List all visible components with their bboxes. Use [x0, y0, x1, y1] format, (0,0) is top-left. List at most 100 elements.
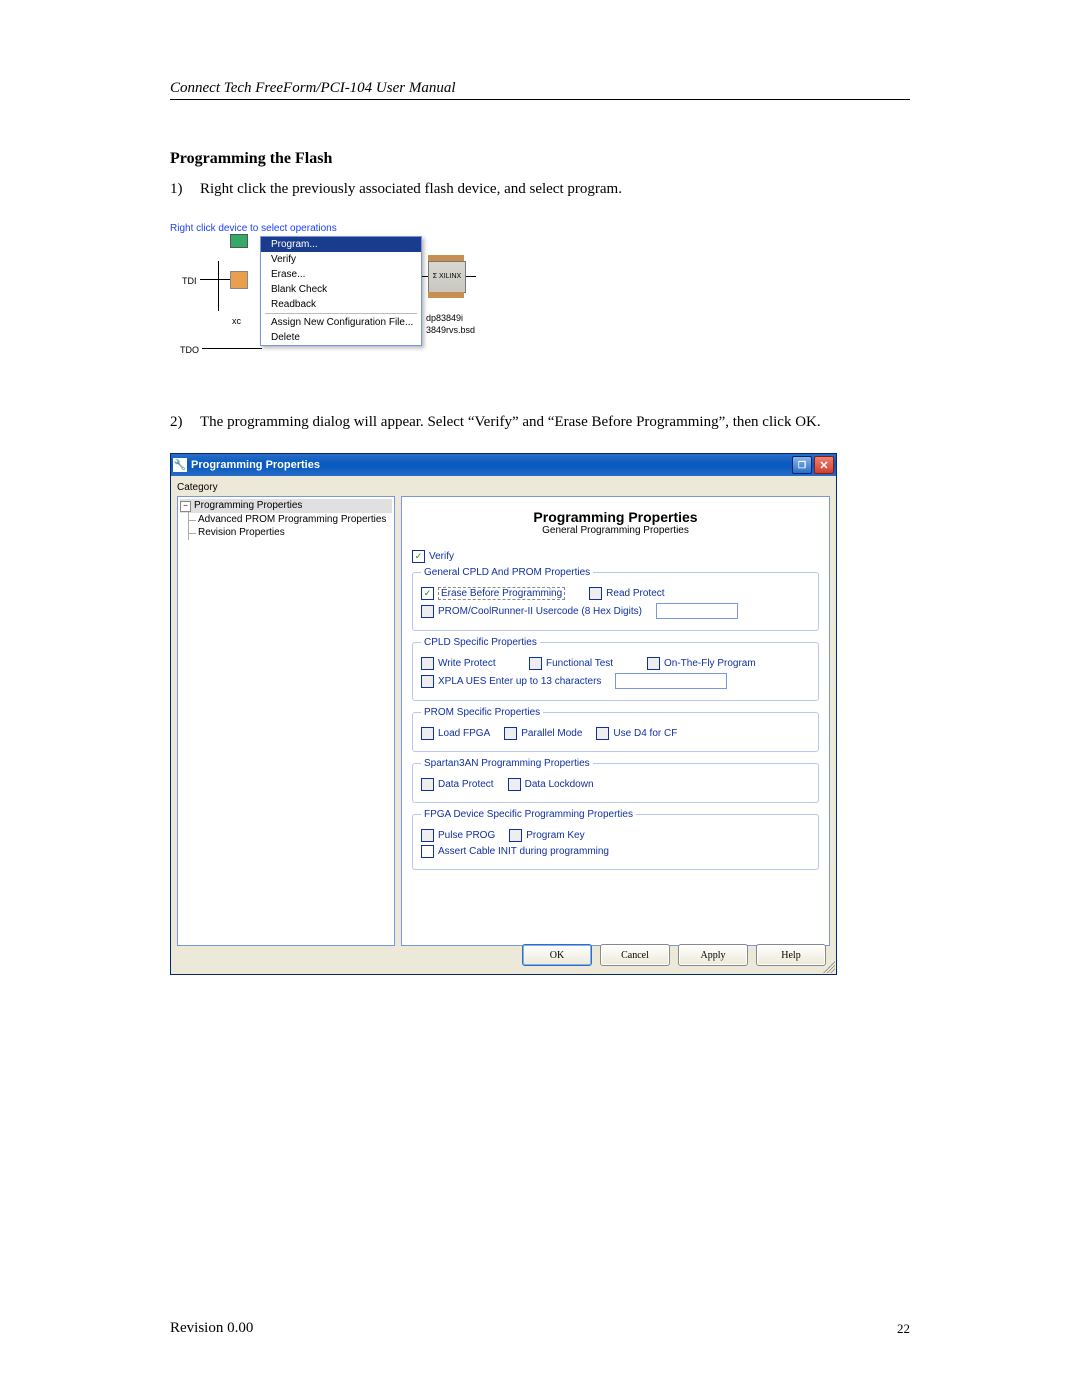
menu-item-erase[interactable]: Erase... — [261, 267, 421, 282]
checkbox-icon: ✓ — [647, 657, 660, 670]
group-cpld-prom: General CPLD And PROM Properties ✓ Erase … — [412, 567, 819, 631]
menu-separator — [265, 313, 417, 314]
programming-properties-dialog: 🔧 Programming Properties ❐ ✕ Category −P… — [170, 453, 837, 975]
tree-item-label: Advanced PROM Programming Properties — [198, 514, 386, 525]
step-2: 2) The programming dialog will appear. S… — [170, 411, 910, 434]
section-title: Programming the Flash — [170, 150, 910, 168]
xilinx-chip-icon: Σ XILINX — [428, 261, 466, 293]
pane-title: Programming Properties — [412, 509, 819, 525]
category-tree[interactable]: −Programming Properties Advanced PROM Pr… — [177, 496, 395, 946]
dialog-titlebar: 🔧 Programming Properties ❐ ✕ — [171, 454, 836, 476]
menu-item-assign-config[interactable]: Assign New Configuration File... — [261, 315, 421, 330]
use-d4-checkbox[interactable]: ✓ Use D4 for CF — [596, 727, 677, 740]
apply-button[interactable]: Apply — [678, 944, 748, 966]
chip-name: dp83849i — [426, 313, 463, 323]
menu-item-blank-check[interactable]: Blank Check — [261, 282, 421, 297]
document-page: Connect Tech FreeForm/PCI-104 User Manua… — [0, 0, 1080, 1397]
ok-button[interactable]: OK — [522, 944, 592, 966]
chip-label: xc — [232, 316, 241, 326]
group-legend: Spartan3AN Programming Properties — [421, 758, 593, 769]
checkbox-label: Pulse PROG — [438, 830, 495, 841]
checkbox-icon: ✓ — [421, 778, 434, 791]
checkbox-icon: ✓ — [421, 587, 434, 600]
tdo-label: TDO — [180, 345, 199, 355]
wire — [218, 261, 219, 311]
tree-expand-icon[interactable]: − — [180, 501, 191, 512]
tree-item-advanced-prom[interactable]: Advanced PROM Programming Properties — [180, 513, 392, 526]
menu-item-program[interactable]: Program... — [261, 237, 421, 252]
checkbox-icon: ✓ — [412, 550, 425, 563]
category-label: Category — [177, 482, 218, 493]
checkbox-label: On-The-Fly Program — [664, 658, 756, 669]
on-the-fly-checkbox[interactable]: ✓ On-The-Fly Program — [647, 657, 756, 670]
hint-text: Right click device to select operations — [170, 223, 337, 234]
group-spartan3an: Spartan3AN Programming Properties ✓Data … — [412, 758, 819, 803]
step-text: Right click the previously associated fl… — [200, 178, 910, 201]
wire — [466, 276, 476, 277]
checkbox-label: Functional Test — [546, 658, 613, 669]
screenshot-context-menu: Right click device to select operations … — [170, 221, 490, 381]
functional-test-checkbox[interactable]: ✓ Functional Test — [529, 657, 639, 670]
checkbox-icon: ✓ — [504, 727, 517, 740]
tree-item-programming-properties[interactable]: −Programming Properties — [180, 499, 392, 513]
xpla-checkbox[interactable]: ✓ XPLA UES Enter up to 13 characters — [421, 675, 601, 688]
chip-icon — [230, 234, 248, 248]
step-text: The programming dialog will appear. Sele… — [200, 411, 910, 434]
dialog-app-icon: 🔧 — [173, 458, 187, 472]
data-protect-checkbox[interactable]: ✓ Data Protect — [421, 778, 494, 791]
chip-file: 3849rvs.bsd — [426, 325, 475, 335]
maximize-button[interactable]: ❐ — [792, 456, 812, 474]
step-number: 2) — [170, 411, 200, 434]
parallel-mode-checkbox[interactable]: ✓ Parallel Mode — [504, 727, 582, 740]
erase-before-checkbox[interactable]: ✓ Erase Before Programming — [421, 587, 565, 600]
checkbox-label: Load FPGA — [438, 728, 490, 739]
wire — [202, 348, 262, 349]
dialog-buttons: OK Cancel Apply Help — [522, 944, 826, 966]
page-header: Connect Tech FreeForm/PCI-104 User Manua… — [170, 80, 910, 100]
checkbox-icon: ✓ — [596, 727, 609, 740]
xpla-input[interactable] — [615, 673, 727, 689]
cancel-button[interactable]: Cancel — [600, 944, 670, 966]
checkbox-icon: ✓ — [529, 657, 542, 670]
verify-row: ✓ Verify — [412, 550, 819, 563]
checkbox-label: Program Key — [526, 830, 584, 841]
group-legend: CPLD Specific Properties — [421, 637, 540, 648]
load-fpga-checkbox[interactable]: ✓ Load FPGA — [421, 727, 490, 740]
data-lockdown-checkbox[interactable]: ✓Data Lockdown — [508, 778, 594, 791]
usercode-checkbox[interactable]: ✓PROM/CoolRunner-II Usercode (8 Hex Digi… — [421, 605, 642, 618]
group-legend: General CPLD And PROM Properties — [421, 567, 593, 578]
verify-checkbox[interactable]: ✓ Verify — [412, 550, 454, 563]
menu-item-delete[interactable]: Delete — [261, 330, 421, 345]
help-button[interactable]: Help — [756, 944, 826, 966]
checkbox-label: Verify — [429, 551, 454, 562]
program-key-checkbox[interactable]: ✓Program Key — [509, 829, 584, 842]
checkbox-icon: ✓ — [421, 727, 434, 740]
checkbox-icon: ✓ — [508, 778, 521, 791]
menu-item-readback[interactable]: Readback — [261, 297, 421, 312]
checkbox-label: Use D4 for CF — [613, 728, 677, 739]
read-protect-checkbox[interactable]: ✓Read Protect — [589, 587, 664, 600]
pane-subtitle: General Programming Properties — [412, 525, 819, 536]
checkbox-label: Assert Cable INIT during programming — [438, 846, 609, 857]
checkbox-label: Data Protect — [438, 779, 494, 790]
group-fpga: FPGA Device Specific Programming Propert… — [412, 809, 819, 870]
checkbox-icon: ✓ — [589, 587, 602, 600]
chip-pins — [428, 292, 464, 298]
checkbox-label: Parallel Mode — [521, 728, 582, 739]
menu-item-verify[interactable]: Verify — [261, 252, 421, 267]
checkbox-icon: ✓ — [421, 845, 434, 858]
write-protect-checkbox[interactable]: ✓Write Protect — [421, 657, 521, 670]
checkbox-label: Erase Before Programming — [438, 587, 565, 600]
assert-init-checkbox[interactable]: ✓ Assert Cable INIT during programming — [421, 845, 609, 858]
pulse-prog-checkbox[interactable]: ✓Pulse PROG — [421, 829, 495, 842]
footer-revision: Revision 0.00 — [170, 1320, 253, 1337]
group-legend: PROM Specific Properties — [421, 707, 543, 718]
checkbox-icon: ✓ — [421, 675, 434, 688]
checkbox-label: XPLA UES Enter up to 13 characters — [438, 676, 601, 687]
tdi-label: TDI — [182, 276, 197, 286]
resize-grip-icon[interactable] — [823, 961, 835, 973]
close-button[interactable]: ✕ — [814, 456, 834, 474]
tree-item-revision[interactable]: Revision Properties — [180, 526, 392, 539]
usercode-input[interactable] — [656, 603, 738, 619]
group-legend: FPGA Device Specific Programming Propert… — [421, 809, 636, 820]
